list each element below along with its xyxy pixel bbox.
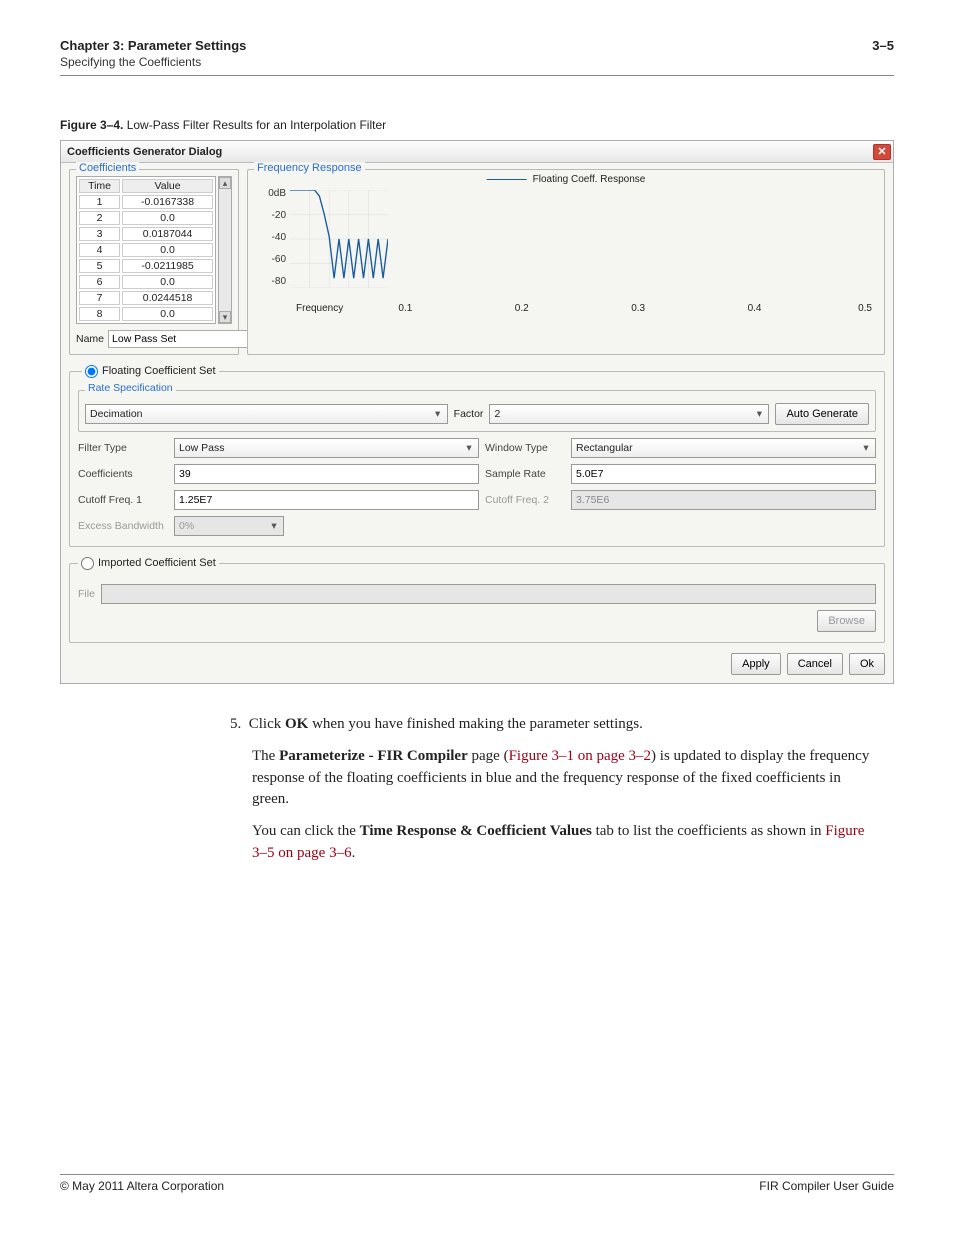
imported-coeff-fieldset: Imported Coefficient Set File Browse: [69, 557, 885, 643]
col-value: Value: [122, 179, 213, 193]
coefficients-label: Coefficients: [78, 468, 168, 480]
excess-bw-select: 0%▾: [174, 516, 284, 536]
table-row: 80.0: [79, 307, 213, 321]
imported-coeff-radio[interactable]: [81, 557, 94, 570]
chart-svg: [290, 190, 388, 288]
coefficients-panel-label: Coefficients: [76, 162, 139, 174]
sample-rate-label: Sample Rate: [485, 468, 565, 480]
table-row: 70.0244518: [79, 291, 213, 305]
cutoff1-label: Cutoff Freq. 1: [78, 494, 168, 506]
figure-caption: Figure 3–4. Low-Pass Filter Results for …: [60, 118, 894, 132]
floating-coeff-fieldset: Floating Coefficient Set Rate Specificat…: [69, 365, 885, 547]
browse-button: Browse: [817, 610, 876, 632]
page-number: 3–5: [872, 38, 894, 53]
frequency-response-panel: Frequency Response Floating Coeff. Respo…: [247, 169, 885, 355]
cancel-button[interactable]: Cancel: [787, 653, 843, 675]
coefficients-table: TimeValue 1-0.0167338 20.0 30.0187044 40…: [76, 176, 216, 324]
chevron-down-icon: ▾: [752, 408, 766, 420]
coefficients-panel: Coefficients TimeValue 1-0.0167338 20.0 …: [69, 169, 239, 355]
chevron-down-icon: ▾: [859, 442, 873, 454]
scroll-down-icon[interactable]: ▾: [219, 311, 231, 323]
page-footer: © May 2011 Altera Corporation FIR Compil…: [60, 1174, 894, 1193]
rate-spec-fieldset: Rate Specification Decimation▾ Factor 2▾…: [78, 390, 876, 432]
frequency-response-label: Frequency Response: [254, 162, 365, 174]
factor-select[interactable]: 2▾: [489, 404, 769, 424]
sample-rate-input[interactable]: [571, 464, 876, 484]
factor-label: Factor: [454, 408, 484, 420]
chevron-down-icon: ▾: [431, 408, 445, 420]
table-row: 30.0187044: [79, 227, 213, 241]
chevron-down-icon: ▾: [462, 442, 476, 454]
filter-type-select[interactable]: Low Pass▾: [174, 438, 479, 458]
chapter-title: Chapter 3: Parameter Settings: [60, 38, 246, 53]
filter-type-label: Filter Type: [78, 442, 168, 454]
table-row: 40.0: [79, 243, 213, 257]
title-bar: Coefficients Generator Dialog ✕: [61, 141, 893, 163]
cutoff1-input[interactable]: [174, 490, 479, 510]
table-row: 1-0.0167338: [79, 195, 213, 209]
name-label: Name: [76, 333, 104, 345]
chevron-down-icon: ▾: [267, 520, 281, 532]
file-label: File: [78, 588, 95, 600]
body-text: 5. Click OK when you have finished makin…: [212, 714, 870, 865]
col-time: Time: [79, 179, 120, 193]
footer-right: FIR Compiler User Guide: [759, 1179, 894, 1193]
footer-left: © May 2011 Altera Corporation: [60, 1179, 224, 1193]
page-header: Chapter 3: Parameter Settings Specifying…: [60, 38, 894, 76]
auto-generate-button[interactable]: Auto Generate: [775, 403, 869, 425]
window-type-label: Window Type: [485, 442, 565, 454]
floating-coeff-radio[interactable]: [85, 365, 98, 378]
frequency-response-chart: Floating Coeff. Response 0dB -20 -40 -60…: [254, 176, 878, 316]
window-type-select[interactable]: Rectangular▾: [571, 438, 876, 458]
chart-legend: Floating Coeff. Response: [487, 174, 646, 185]
legend-line-icon: [487, 179, 527, 180]
name-input[interactable]: [108, 330, 251, 348]
table-row: 60.0: [79, 275, 213, 289]
cutoff2-label: Cutoff Freq. 2: [485, 494, 565, 506]
close-icon: ✕: [877, 145, 886, 158]
table-row: 5-0.0211985: [79, 259, 213, 273]
figure-link[interactable]: Figure 3–1 on page 3–2: [509, 748, 651, 764]
scrollbar[interactable]: ▴ ▾: [218, 176, 232, 324]
dialog-title: Coefficients Generator Dialog: [67, 146, 222, 158]
rate-spec-select[interactable]: Decimation▾: [85, 404, 448, 424]
chapter-subtitle: Specifying the Coefficients: [60, 55, 246, 69]
coefficients-input[interactable]: [174, 464, 479, 484]
scroll-up-icon[interactable]: ▴: [219, 177, 231, 189]
cutoff2-input: [571, 490, 876, 510]
excess-bw-label: Excess Bandwidth: [78, 520, 168, 532]
ok-button[interactable]: Ok: [849, 653, 885, 675]
file-input: [101, 584, 876, 604]
dialog-window: Coefficients Generator Dialog ✕ Coeffici…: [60, 140, 894, 684]
table-row: 20.0: [79, 211, 213, 225]
apply-button[interactable]: Apply: [731, 653, 781, 675]
close-button[interactable]: ✕: [873, 144, 891, 160]
